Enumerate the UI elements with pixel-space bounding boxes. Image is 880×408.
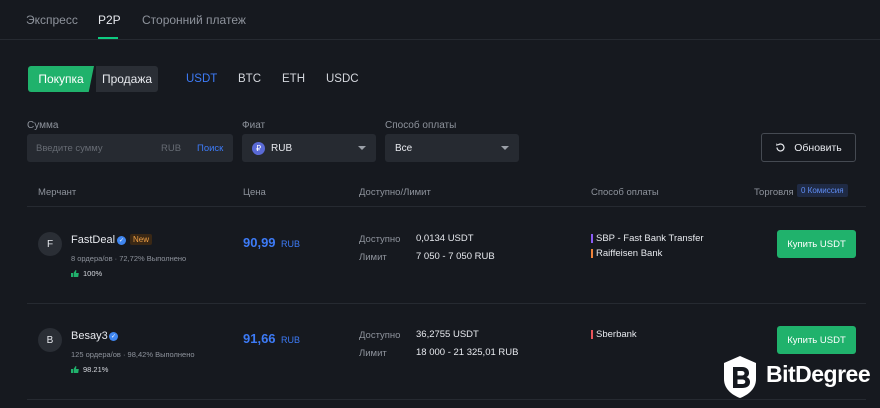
- price-value: 90,99: [243, 235, 276, 250]
- fiat-select[interactable]: ₽ RUB: [242, 134, 376, 162]
- amount-input[interactable]: Введите сумму RUB Поиск: [27, 134, 233, 162]
- chevron-down-icon: [501, 146, 509, 150]
- merchant-rating: 98.21%: [83, 365, 109, 374]
- merchant-rating: 100%: [83, 269, 103, 278]
- merchant-name[interactable]: FastDeal: [71, 234, 115, 246]
- buy-toggle-button[interactable]: Покупка: [28, 66, 94, 92]
- refresh-label: Обновить: [794, 141, 842, 154]
- amount-placeholder: Введите сумму: [36, 143, 103, 154]
- refresh-icon: [776, 143, 785, 152]
- header-payment-method: Способ оплаты: [591, 187, 659, 198]
- price-currency: RUB: [281, 335, 301, 345]
- amount-label: Сумма: [27, 120, 59, 131]
- row-divider: [27, 399, 866, 400]
- coin-tab-btc[interactable]: BTC: [238, 73, 261, 85]
- price-currency: RUB: [281, 239, 301, 249]
- verified-icon: ✓: [117, 236, 126, 245]
- chevron-down-icon: [358, 146, 366, 150]
- coin-tab-eth[interactable]: ETH: [282, 73, 305, 85]
- payment-method-select[interactable]: Все: [385, 134, 519, 162]
- avatar: B: [38, 328, 62, 352]
- price-value: 91,66: [243, 331, 276, 346]
- merchant-stats: 125 ордера/ов · 98,42% Выполнено: [71, 350, 195, 359]
- new-badge: New: [130, 234, 153, 245]
- amount-currency: RUB: [161, 143, 182, 154]
- available-value: 0,0134 USDT: [416, 233, 474, 244]
- merchant-stats: 8 ордера/ов · 72,72% Выполнено: [71, 254, 187, 263]
- avatar: F: [38, 232, 62, 256]
- payment-method-marker: [591, 330, 593, 339]
- payment-method: SBP - Fast Bank Transfer: [596, 233, 704, 244]
- sell-toggle-button[interactable]: Продажа: [96, 66, 158, 92]
- payment-method-marker: [591, 249, 593, 258]
- coin-tab-usdc[interactable]: USDC: [326, 73, 359, 85]
- row-divider: [27, 303, 866, 304]
- payment-method: Raiffeisen Bank: [596, 248, 663, 259]
- thumbs-up-icon: [71, 366, 79, 373]
- merchant-name[interactable]: Besay3: [71, 330, 108, 342]
- search-button[interactable]: Поиск: [197, 143, 223, 154]
- refresh-button[interactable]: Обновить: [761, 133, 856, 162]
- ruble-icon: ₽: [252, 142, 265, 155]
- available-value: 36,2755 USDT: [416, 329, 479, 340]
- header-divider: [27, 206, 866, 207]
- tab-express[interactable]: Экспресс: [26, 13, 78, 27]
- tab-p2p[interactable]: P2P: [98, 13, 121, 27]
- payment-method-value: Все: [395, 143, 413, 154]
- limit-label: Лимит: [359, 252, 387, 263]
- buy-usdt-button[interactable]: Купить USDT: [777, 326, 856, 354]
- limit-label: Лимит: [359, 348, 387, 359]
- fiat-value: RUB: [271, 143, 293, 154]
- header-available-limit: Доступно/Лимит: [359, 187, 431, 198]
- bitdegree-logo-icon: [724, 356, 756, 398]
- available-label: Доступно: [359, 330, 401, 341]
- limit-value: 7 050 - 7 050 RUB: [416, 251, 495, 262]
- header-price: Цена: [243, 187, 266, 198]
- limit-value: 18 000 - 21 325,01 RUB: [416, 347, 519, 358]
- buy-usdt-button[interactable]: Купить USDT: [777, 230, 856, 258]
- thumbs-up-icon: [71, 270, 79, 277]
- available-label: Доступно: [359, 234, 401, 245]
- top-nav: Экспресс P2P Сторонний платеж: [0, 0, 880, 40]
- header-trading: Торговля: [754, 187, 794, 198]
- verified-icon: ✓: [109, 332, 118, 341]
- zero-fee-badge: 0 Комиссия: [797, 184, 848, 197]
- payment-method: Sberbank: [596, 329, 637, 340]
- payment-method-marker: [591, 234, 593, 243]
- payment-method-label: Способ оплаты: [385, 120, 457, 131]
- coin-tab-usdt[interactable]: USDT: [186, 73, 217, 85]
- watermark-brand: BitDegree: [766, 361, 871, 387]
- fiat-label: Фиат: [242, 120, 266, 131]
- active-tab-indicator: [98, 37, 118, 39]
- tab-third-party-payment[interactable]: Сторонний платеж: [142, 13, 246, 27]
- header-merchant: Мерчант: [38, 187, 77, 198]
